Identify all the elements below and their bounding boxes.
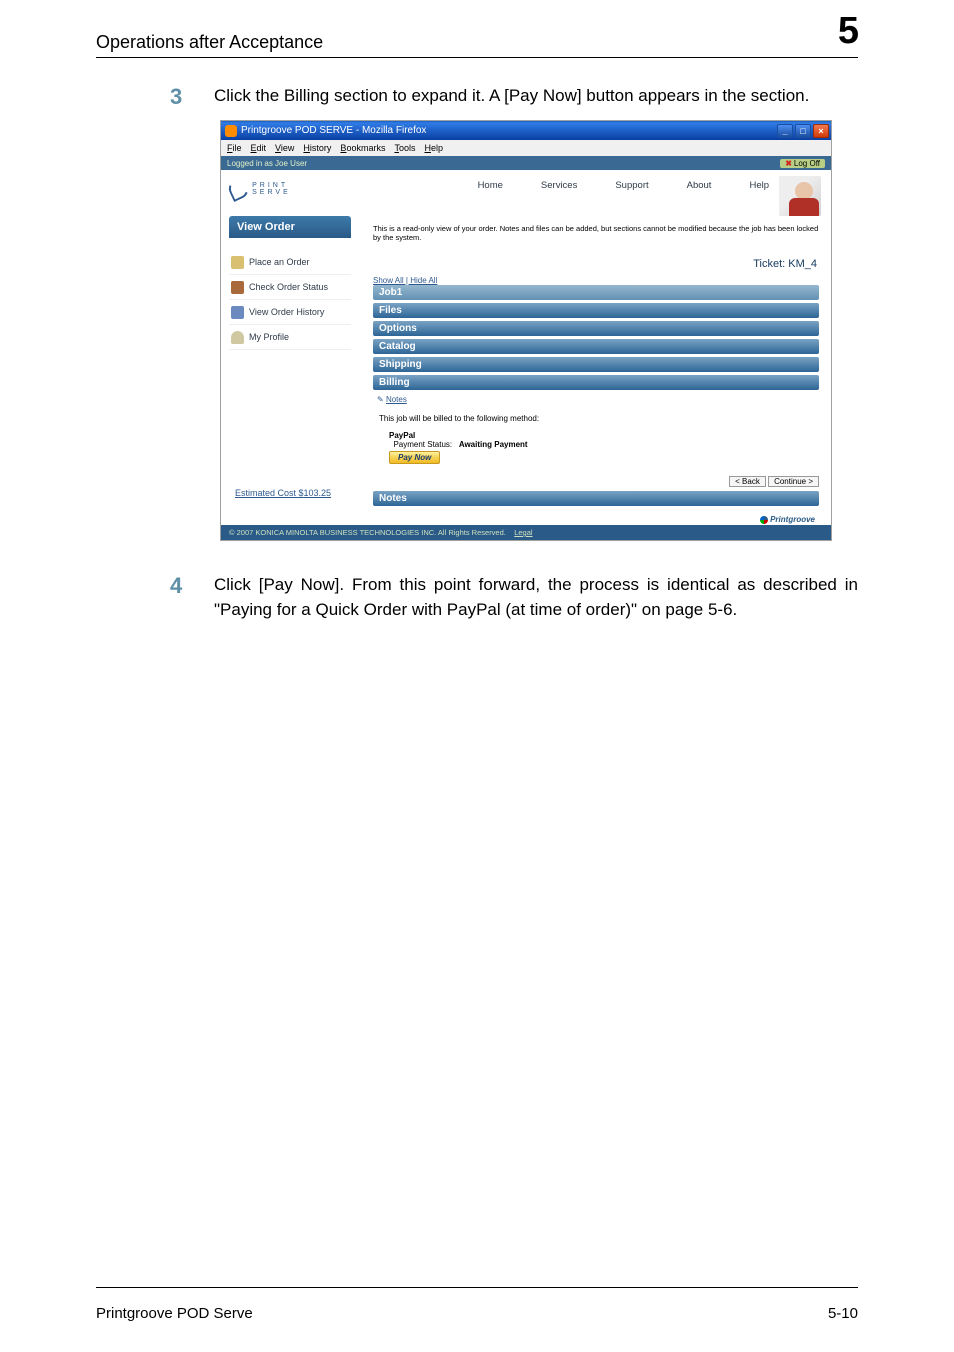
view-order-header: View Order — [229, 216, 351, 238]
billing-notes-link[interactable]: Notes — [373, 393, 819, 410]
menu-tools[interactable]: Tools — [394, 143, 415, 153]
window-titlebar: Printgroove POD SERVE - Mozilla Firefox … — [221, 121, 831, 140]
continue-button[interactable]: Continue > — [768, 476, 819, 487]
sidebar-check-status[interactable]: Check Order Status — [229, 275, 351, 300]
step-3-text: Click the Billing section to expand it. … — [214, 84, 858, 109]
step-3-number: 3 — [170, 84, 214, 110]
maximize-button[interactable]: □ — [795, 124, 811, 138]
billing-description: This job will be billed to the following… — [373, 410, 819, 427]
sidebar-my-profile[interactable]: My Profile — [229, 325, 351, 350]
nav-support[interactable]: Support — [615, 180, 648, 191]
history-icon — [231, 306, 244, 319]
app-footer: © 2007 KONICA MINOLTA BUSINESS TECHNOLOG… — [221, 525, 831, 540]
billing-method-block: PayPal Payment Status: Awaiting Payment … — [373, 427, 819, 472]
nav-help[interactable]: Help — [749, 180, 769, 191]
paypal-label: PayPal — [389, 431, 415, 440]
legal-link[interactable]: Legal — [514, 528, 532, 537]
section-notes[interactable]: Notes — [373, 491, 819, 506]
footer-page: 5-10 — [828, 1305, 858, 1322]
section-shipping[interactable]: Shipping — [373, 357, 819, 372]
menu-edit[interactable]: Edit — [251, 143, 267, 153]
logged-in-text: Logged in as Joe User — [227, 159, 307, 168]
readonly-message: This is a read-only view of your order. … — [373, 224, 819, 258]
profile-icon — [231, 331, 244, 344]
ticket-label: Ticket: KM_4 — [373, 258, 819, 276]
app-logo: PRINT SERVE — [229, 176, 319, 202]
nav-about[interactable]: About — [687, 180, 712, 191]
cart-icon — [231, 256, 244, 269]
back-button[interactable]: < Back — [729, 476, 766, 487]
nav-services[interactable]: Services — [541, 180, 577, 191]
section-billing[interactable]: Billing — [373, 375, 819, 390]
menu-help[interactable]: Help — [424, 143, 443, 153]
chapter-number: 5 — [838, 10, 858, 53]
payment-status-label: Payment Status: — [393, 440, 452, 449]
nav-home[interactable]: Home — [478, 180, 503, 191]
estimated-cost[interactable]: Estimated Cost $103.25 — [229, 488, 351, 498]
screenshot-window: Printgroove POD SERVE - Mozilla Firefox … — [220, 120, 832, 541]
window-title: Printgroove POD SERVE - Mozilla Firefox — [241, 125, 426, 136]
logoff-button[interactable]: ✖Log Off — [780, 159, 825, 168]
printgroove-icon — [760, 516, 768, 524]
menu-history[interactable]: History — [303, 143, 331, 153]
printgroove-logo-small: Printgroove — [756, 514, 819, 525]
sidebar-place-order[interactable]: Place an Order — [229, 250, 351, 275]
section-job[interactable]: Job1 — [373, 285, 819, 300]
section-files[interactable]: Files — [373, 303, 819, 318]
copyright-text: © 2007 KONICA MINOLTA BUSINESS TECHNOLOG… — [229, 528, 506, 537]
footer-divider — [96, 1287, 858, 1288]
step-4-text: Click [Pay Now]. From this point forward… — [214, 573, 858, 622]
step-4-number: 4 — [170, 573, 214, 599]
minimize-button[interactable]: _ — [777, 124, 793, 138]
firefox-icon — [225, 125, 237, 137]
show-hide-toggle[interactable]: Show All | Hide All — [373, 276, 819, 285]
sidebar-order-history[interactable]: View Order History — [229, 300, 351, 325]
footer-product: Printgroove POD Serve — [96, 1305, 253, 1322]
logged-in-bar: Logged in as Joe User ✖Log Off — [221, 156, 831, 170]
payment-status-value: Awaiting Payment — [459, 440, 528, 449]
section-catalog[interactable]: Catalog — [373, 339, 819, 354]
close-button[interactable]: × — [813, 124, 829, 138]
menu-bookmarks[interactable]: Bookmarks — [340, 143, 385, 153]
header-image — [779, 176, 821, 216]
browser-menubar: File Edit View History Bookmarks Tools H… — [221, 140, 831, 156]
package-icon — [231, 281, 244, 294]
section-options[interactable]: Options — [373, 321, 819, 336]
menu-file[interactable]: File — [227, 143, 242, 153]
section-title: Operations after Acceptance — [96, 32, 838, 53]
menu-view[interactable]: View — [275, 143, 294, 153]
pay-now-button[interactable]: Pay Now — [389, 451, 440, 464]
